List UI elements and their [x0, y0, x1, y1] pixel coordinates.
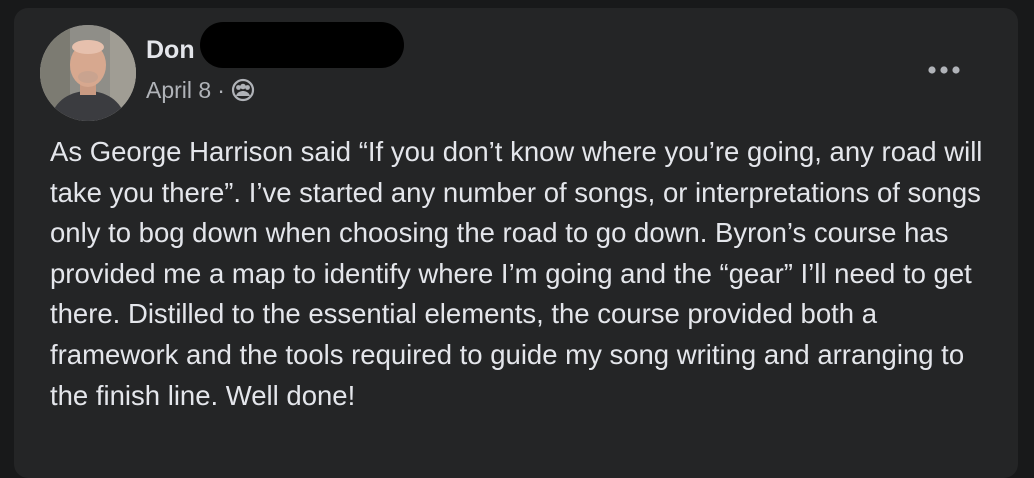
friends-icon[interactable] — [231, 78, 255, 102]
post-meta: April 8 · — [146, 78, 255, 102]
author-name[interactable]: Don — [146, 38, 195, 63]
name-redaction-bar — [200, 22, 404, 68]
post-card: Don April 8 · As George Harrison said “I… — [14, 8, 1018, 478]
meta-separator: · — [217, 76, 225, 103]
more-options-icon[interactable] — [922, 56, 966, 84]
post-date[interactable]: April 8 — [146, 78, 211, 102]
avatar[interactable] — [40, 25, 136, 121]
post-text: As George Harrison said “If you don’t kn… — [50, 136, 983, 411]
